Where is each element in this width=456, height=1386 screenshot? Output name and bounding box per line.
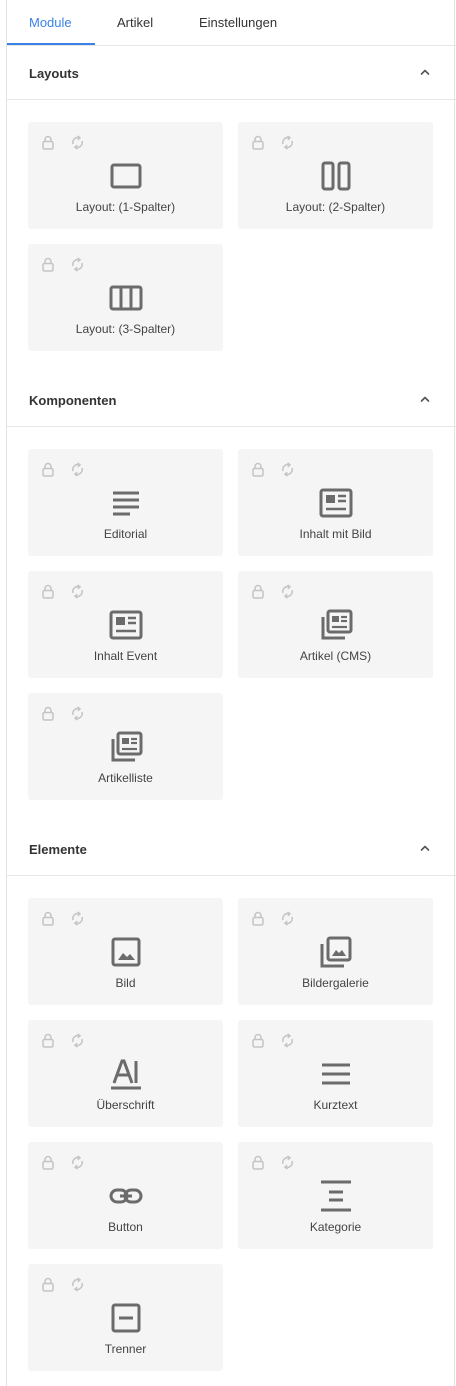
- tab-artikel[interactable]: Artikel: [117, 15, 153, 30]
- article-stack-icon: [318, 607, 354, 643]
- module-card-label: Überschrift: [96, 1098, 155, 1112]
- image-icon: [108, 934, 144, 970]
- lock-icon[interactable]: [41, 911, 55, 926]
- module-card[interactable]: Kategorie: [238, 1142, 433, 1249]
- link-icon: [108, 1178, 144, 1214]
- module-card-label: Artikel (CMS): [299, 649, 372, 663]
- lock-icon[interactable]: [251, 462, 265, 477]
- module-card[interactable]: Bildergalerie: [238, 898, 433, 1005]
- module-card-label: Bildergalerie: [302, 976, 369, 990]
- module-card[interactable]: Inhalt mit Bild: [238, 449, 433, 556]
- sync-icon[interactable]: [280, 1033, 295, 1048]
- module-card[interactable]: Artikel (CMS): [238, 571, 433, 678]
- module-card[interactable]: Editorial: [28, 449, 223, 556]
- divider-icon: [108, 1300, 144, 1336]
- module-card[interactable]: Layout: (2-Spalter): [238, 122, 433, 229]
- module-card[interactable]: Kurztext: [238, 1020, 433, 1127]
- module-card-label: Layout: (1-Spalter): [75, 200, 176, 214]
- article-icon: [108, 607, 144, 643]
- sync-icon[interactable]: [70, 584, 85, 599]
- lock-icon[interactable]: [41, 584, 55, 599]
- heading-icon: [108, 1056, 144, 1092]
- module-card-label: Layout: (3-Spalter): [75, 322, 176, 336]
- lock-icon[interactable]: [41, 135, 55, 150]
- layout-2-col-icon: [318, 158, 354, 194]
- module-card[interactable]: Artikelliste: [28, 693, 223, 800]
- lock-icon[interactable]: [251, 135, 265, 150]
- sync-icon[interactable]: [280, 911, 295, 926]
- layout-1-col-icon: [108, 158, 144, 194]
- section-header-komponenten[interactable]: Komponenten: [7, 373, 456, 427]
- module-card-label: Kategorie: [309, 1220, 362, 1234]
- article-icon: [318, 485, 354, 521]
- category-icon: [318, 1178, 354, 1214]
- module-card[interactable]: Bild: [28, 898, 223, 1005]
- lock-icon[interactable]: [251, 911, 265, 926]
- module-card[interactable]: Layout: (3-Spalter): [28, 244, 223, 351]
- module-card-label: Inhalt mit Bild: [299, 527, 372, 541]
- module-card[interactable]: Button: [28, 1142, 223, 1249]
- lock-icon[interactable]: [251, 1155, 265, 1170]
- text-lines-icon: [108, 485, 144, 521]
- module-card-label: Inhalt Event: [93, 649, 158, 663]
- module-card-label: Artikelliste: [98, 771, 153, 785]
- sync-icon[interactable]: [70, 257, 85, 272]
- sync-icon[interactable]: [70, 462, 85, 477]
- module-card-label: Trenner: [104, 1342, 147, 1356]
- section-title: Komponenten: [29, 393, 117, 408]
- module-card-label: Editorial: [103, 527, 148, 541]
- section-title: Elemente: [29, 842, 87, 857]
- sync-icon[interactable]: [70, 1033, 85, 1048]
- lock-icon[interactable]: [41, 1033, 55, 1048]
- lock-icon[interactable]: [41, 1277, 55, 1292]
- module-card-label: Layout: (2-Spalter): [285, 200, 386, 214]
- module-card-label: Button: [108, 1220, 143, 1234]
- active-tab-indicator: [7, 43, 95, 45]
- lock-icon[interactable]: [41, 257, 55, 272]
- chevron-up-icon[interactable]: [420, 67, 430, 77]
- lock-icon[interactable]: [41, 462, 55, 477]
- sync-icon[interactable]: [70, 135, 85, 150]
- module-card[interactable]: Layout: (1-Spalter): [28, 122, 223, 229]
- layout-3-col-icon: [108, 280, 144, 316]
- sync-icon[interactable]: [280, 135, 295, 150]
- sync-icon[interactable]: [280, 584, 295, 599]
- sync-icon[interactable]: [70, 911, 85, 926]
- sync-icon[interactable]: [70, 1155, 85, 1170]
- section-title: Layouts: [29, 66, 79, 81]
- lock-icon[interactable]: [41, 706, 55, 721]
- sync-icon[interactable]: [280, 462, 295, 477]
- module-card-label: Kurztext: [313, 1098, 358, 1112]
- section-header-elemente[interactable]: Elemente: [7, 822, 456, 876]
- module-panel: Module Artikel Einstellungen Layouts Kom…: [6, 0, 456, 1386]
- lock-icon[interactable]: [251, 1033, 265, 1048]
- sync-icon[interactable]: [70, 706, 85, 721]
- section-header-layouts[interactable]: Layouts: [7, 46, 456, 100]
- gallery-icon: [318, 934, 354, 970]
- lock-icon[interactable]: [251, 584, 265, 599]
- module-card[interactable]: Trenner: [28, 1264, 223, 1371]
- tab-module[interactable]: Module: [29, 15, 72, 30]
- module-card-label: Bild: [115, 976, 136, 990]
- chevron-up-icon[interactable]: [420, 394, 430, 404]
- module-card[interactable]: Inhalt Event: [28, 571, 223, 678]
- short-text-icon: [318, 1056, 354, 1092]
- chevron-up-icon[interactable]: [420, 843, 430, 853]
- module-card[interactable]: Überschrift: [28, 1020, 223, 1127]
- tab-bar: Module Artikel Einstellungen: [7, 0, 456, 46]
- article-stack-icon: [108, 729, 144, 765]
- sync-icon[interactable]: [70, 1277, 85, 1292]
- sync-icon[interactable]: [280, 1155, 295, 1170]
- lock-icon[interactable]: [41, 1155, 55, 1170]
- tab-einstellungen[interactable]: Einstellungen: [199, 15, 277, 30]
